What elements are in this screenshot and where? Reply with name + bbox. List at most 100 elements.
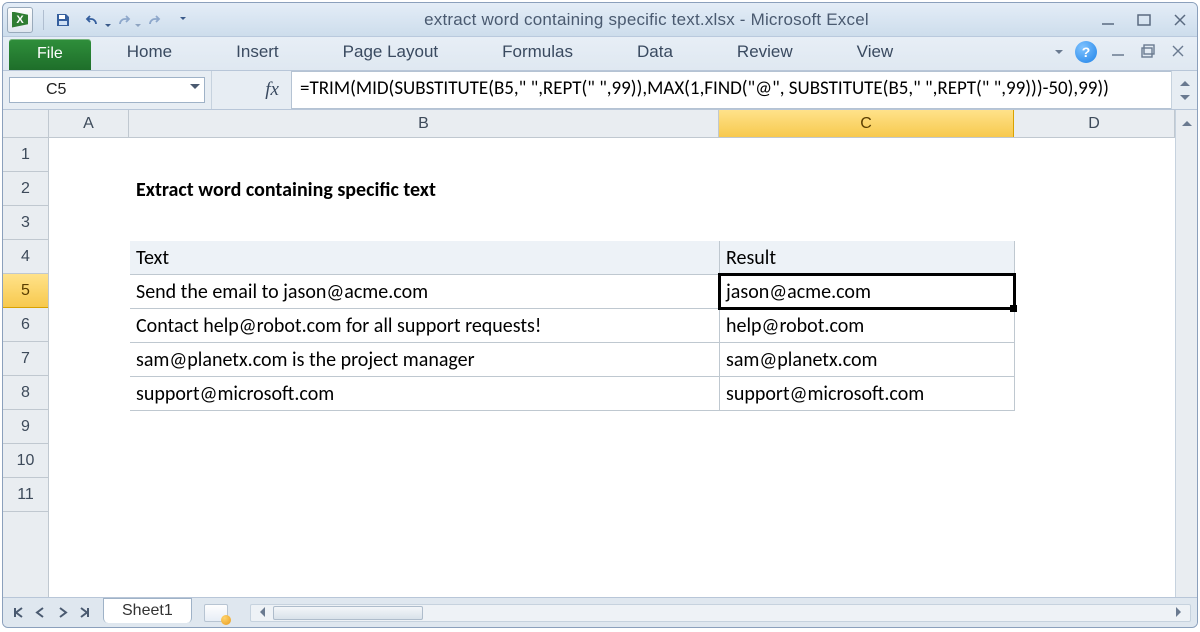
formula-bar-expand [1171, 71, 1197, 109]
row-header[interactable]: 6 [3, 308, 48, 342]
worksheet-grid[interactable]: A B C D 1 2 3 4 5 6 7 8 9 10 11 Extract … [3, 110, 1197, 597]
tab-page-layout[interactable]: Page Layout [333, 36, 448, 70]
redo-button[interactable] [112, 9, 134, 31]
restore-icon [1139, 42, 1157, 60]
col-header-D[interactable]: D [1014, 110, 1175, 137]
tab-home[interactable]: Home [117, 36, 182, 70]
cell-C6[interactable]: help@robot.com [720, 309, 1015, 343]
header-text[interactable]: Text [130, 241, 720, 275]
row-header[interactable]: 10 [3, 444, 48, 478]
close-button[interactable] [1171, 11, 1189, 29]
col-header-A[interactable]: A [49, 110, 129, 137]
select-all-corner[interactable] [3, 110, 49, 138]
tab-review[interactable]: Review [727, 36, 803, 70]
window-controls [1099, 11, 1189, 29]
name-box-value: C5 [46, 81, 66, 99]
maximize-icon [1135, 11, 1153, 29]
close-icon [1171, 11, 1189, 29]
cell-C8[interactable]: support@microsoft.com [720, 377, 1015, 411]
doc-restore-button[interactable] [1139, 42, 1157, 63]
row-header[interactable]: 1 [3, 138, 48, 172]
undo-button[interactable] [82, 9, 104, 31]
row-header[interactable]: 3 [3, 206, 48, 240]
triangle-left-icon [255, 607, 265, 617]
name-box-wrap: C5 [3, 71, 211, 109]
col-header-C[interactable]: C [719, 110, 1014, 137]
row-header[interactable]: 8 [3, 376, 48, 410]
sheet-tab-bar: Sheet1 [3, 597, 1197, 627]
row-header[interactable]: 9 [3, 410, 48, 444]
formula-text: =TRIM(MID(SUBSTITUTE(B5," ",REPT(" ",99)… [300, 76, 1109, 102]
cell-B8[interactable]: support@microsoft.com [130, 377, 720, 411]
excel-window: extract word containing specific text.xl… [2, 2, 1198, 628]
save-icon [55, 12, 71, 28]
tab-view[interactable]: View [847, 36, 904, 70]
formula-bar: C5 fx =TRIM(MID(SUBSTITUTE(B5," ",REPT("… [3, 71, 1197, 110]
triangle-right-icon [1176, 607, 1186, 617]
row-header[interactable]: 2 [3, 172, 48, 206]
formula-scroll-down[interactable] [1172, 90, 1197, 109]
help-button[interactable]: ? [1075, 41, 1097, 63]
cell-C7[interactable]: sam@planetx.com [720, 343, 1015, 377]
doc-minimize-button[interactable] [1109, 42, 1127, 63]
cell-C5[interactable]: jason@acme.com [720, 275, 1015, 309]
triangle-down-icon [1180, 95, 1190, 105]
triangle-up-icon [1182, 116, 1192, 126]
row-headers: 1 2 3 4 5 6 7 8 9 10 11 [3, 138, 49, 597]
row-header[interactable]: 11 [3, 478, 48, 512]
file-tab[interactable]: File [9, 39, 91, 70]
qat-customize-button[interactable] [172, 9, 194, 31]
save-button[interactable] [52, 9, 74, 31]
sheet-tab-sheet1[interactable]: Sheet1 [103, 598, 192, 623]
cell-area[interactable]: Extract word containing specific text Te… [49, 138, 1175, 597]
sheet-nav-last[interactable] [75, 604, 93, 622]
formula-input[interactable]: =TRIM(MID(SUBSTITUTE(B5," ",REPT(" ",99)… [291, 71, 1171, 109]
quick-access-toolbar [43, 9, 194, 31]
sheet-nav-next[interactable] [53, 604, 71, 622]
minimize-button[interactable] [1099, 11, 1117, 29]
sheet-nav-prev[interactable] [31, 604, 49, 622]
col-header-B[interactable]: B [129, 110, 719, 137]
cell-B5[interactable]: Send the email to jason@acme.com [130, 275, 720, 309]
scrollbar-thumb[interactable] [273, 606, 423, 620]
tab-formulas[interactable]: Formulas [492, 36, 583, 70]
dropdown-caret-icon [135, 24, 141, 30]
app-menu-button[interactable] [7, 7, 33, 33]
formula-scroll-up[interactable] [1172, 71, 1197, 90]
new-sheet-button[interactable] [204, 604, 228, 622]
cell-B6[interactable]: Contact help@robot.com for all support r… [130, 309, 720, 343]
dropdown-caret-icon [190, 84, 200, 94]
fill-handle[interactable] [1010, 305, 1017, 312]
cell-B7[interactable]: sam@planetx.com is the project manager [130, 343, 720, 377]
fx-label[interactable]: fx [211, 71, 291, 109]
ribbon-right-controls: ? [1055, 41, 1187, 63]
dropdown-caret-icon [105, 24, 111, 30]
title-bar: extract word containing specific text.xl… [3, 3, 1197, 37]
triangle-up-icon [1180, 76, 1190, 86]
maximize-button[interactable] [1135, 11, 1153, 29]
qat-separator [43, 10, 44, 30]
row-header[interactable]: 7 [3, 342, 48, 376]
row-header[interactable]: 5 [3, 274, 48, 308]
undo-icon [85, 12, 101, 28]
row-header[interactable]: 4 [3, 240, 48, 274]
ribbon-tabs: File Home Insert Page Layout Formulas Da… [3, 37, 1197, 71]
doc-close-button[interactable] [1169, 42, 1187, 63]
minimize-icon [1099, 11, 1117, 29]
vertical-scrollbar[interactable] [1175, 110, 1197, 597]
sheet-nav-first[interactable] [9, 604, 27, 622]
column-headers: A B C D [49, 110, 1175, 138]
header-result[interactable]: Result [720, 241, 1015, 275]
tab-data[interactable]: Data [627, 36, 683, 70]
horizontal-scrollbar[interactable] [250, 604, 1191, 622]
excel-logo-icon [12, 12, 28, 28]
sheet-title[interactable]: Extract word containing specific text [130, 173, 720, 207]
name-box[interactable]: C5 [9, 77, 205, 103]
close-icon [1169, 42, 1187, 60]
ribbon-minimize-caret-icon[interactable] [1055, 50, 1063, 58]
sheet-table: Extract word containing specific text Te… [49, 138, 1198, 513]
repeat-icon [145, 12, 161, 28]
tab-insert[interactable]: Insert [226, 36, 289, 70]
repeat-button[interactable] [142, 9, 164, 31]
window-title: extract word containing specific text.xl… [194, 10, 1099, 30]
